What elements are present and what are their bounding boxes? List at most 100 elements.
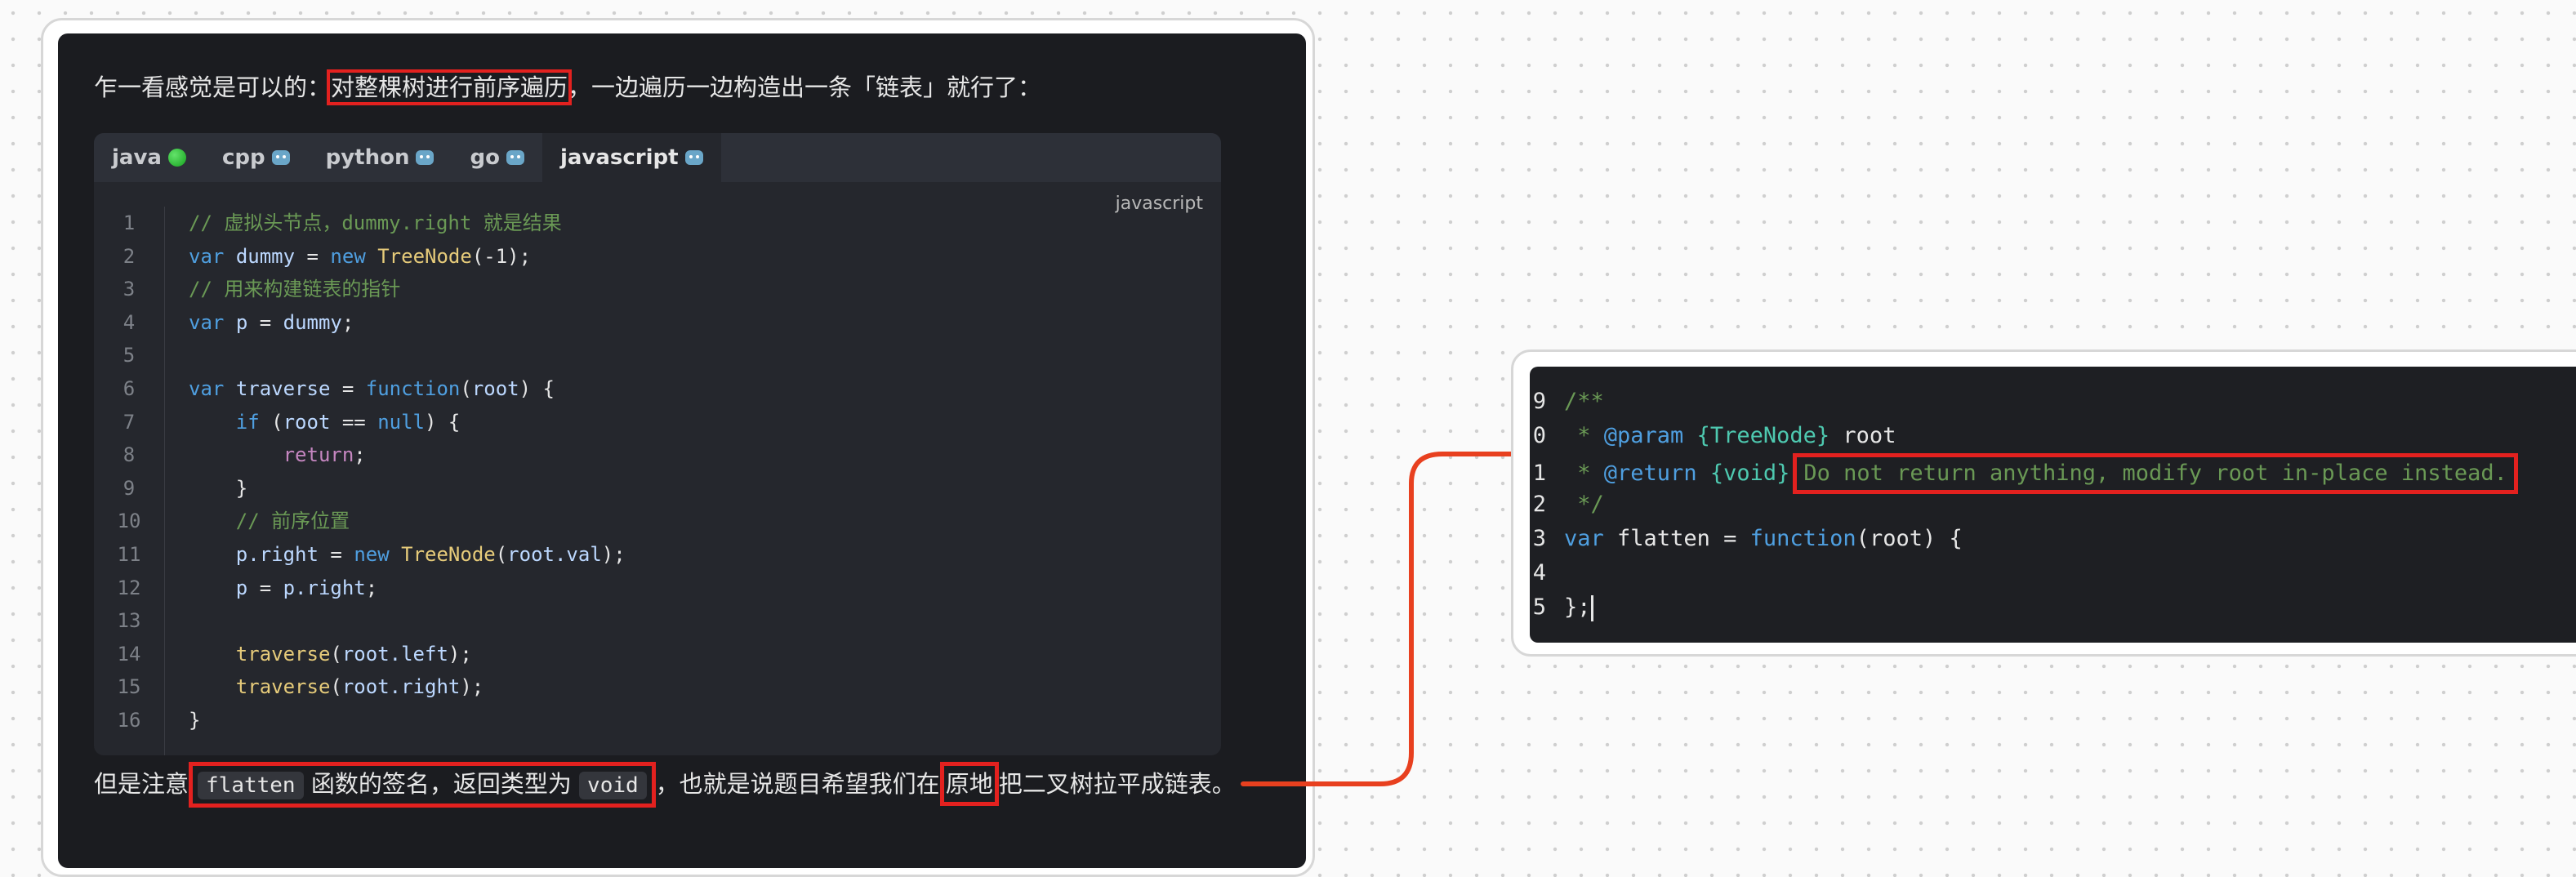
code-line-1: // 虚拟头节点，dummy.right 就是结果 [189, 207, 626, 240]
editor-line-number: 9 [1532, 389, 1546, 414]
signature-text-1: 但是注意 [94, 770, 189, 798]
code-keyword: var [189, 310, 225, 334]
text-cursor [1590, 594, 1593, 621]
code-line-2: var dummy = new TreeNode(-1); [189, 240, 626, 274]
line-number: 6 [123, 376, 136, 400]
code-comment: // 用来构建链表的指针 [189, 278, 401, 301]
robot-icon [271, 150, 290, 165]
code-variable: dummy [283, 310, 342, 334]
line-number: 14 [117, 642, 141, 666]
code-operator: = [318, 542, 354, 566]
doc-type: {void} [1709, 461, 1790, 486]
robot-icon [684, 150, 703, 165]
code-line-9: } [189, 472, 626, 505]
editor-line-13: 3 var flatten = function(root) { [1530, 522, 1963, 556]
doc-comment-star: * [1564, 423, 1604, 448]
in-place-description-highlight: Do not return anything, modify root in-p… [1793, 453, 2518, 494]
code-line-16: } [189, 704, 626, 737]
code-variable: root.right [341, 675, 461, 699]
signature-highlight-box: flatten 函数的签名，返回类型为 void [189, 762, 656, 808]
tab-java[interactable]: java [94, 133, 204, 182]
intro-paragraph: 乍一看感觉是可以的：对整棵树进行前序遍历，一边遍历一边构造出一条「链表」就行了： [94, 68, 1041, 107]
doc-tag-return: @return [1603, 461, 1697, 486]
editor-line-14: 4 [1530, 556, 1564, 590]
code-operator: = [247, 310, 283, 334]
editor-line-number: 0 [1532, 423, 1546, 448]
signature-paragraph: 但是注意 flatten 函数的签名，返回类型为 void ，也就是说题目希望我们在… [94, 762, 1286, 808]
doc-comment-close: */ [1564, 492, 1604, 517]
code-punct: ); [601, 542, 626, 566]
code-punct: ( [460, 376, 472, 400]
doc-type: {TreeNode} [1696, 423, 1830, 448]
editor-line-number: 5 [1532, 594, 1546, 620]
editor-top-fragment: * [1575, 367, 1589, 381]
code-keyword: var [189, 376, 225, 400]
tab-cpp-label: cpp [221, 145, 265, 170]
code-line-12: p = p.right; [189, 572, 626, 605]
line-number: 3 [123, 278, 136, 301]
editor-line-number: 2 [1532, 492, 1546, 517]
editor-line-number: 1 [1532, 461, 1546, 486]
robot-icon [506, 150, 524, 165]
code-keyword: var [1564, 526, 1604, 551]
line-number: 13 [117, 609, 141, 633]
code-keyword: if [235, 410, 260, 434]
line-number: 15 [117, 675, 141, 699]
code-line-4: var p = dummy; [189, 306, 626, 340]
code-variable: root.left [341, 642, 448, 666]
inline-code-void: void [579, 772, 647, 799]
code-variable: p.right [283, 576, 366, 599]
code-variable: dummy [235, 244, 296, 268]
code-punct: ); [448, 642, 472, 666]
line-number: 11 [117, 542, 141, 566]
code-punct: ( [1856, 526, 1870, 551]
code-comment: // 虚拟头节点，dummy.right 就是结果 [189, 211, 562, 234]
code-keyword: function [365, 376, 461, 400]
line-number: 1 [123, 211, 136, 234]
doc-comment-star: * [1564, 461, 1604, 486]
line-number: 12 [117, 576, 141, 599]
doc-tag-param: @param [1603, 423, 1684, 448]
editor-snippet: * 9 /** 0 * @param {TreeNode} root 1 * @r… [1530, 367, 2576, 643]
line-number: 8 [123, 443, 136, 467]
doc-comment-open: /** [1564, 389, 1604, 414]
line-number: 10 [117, 510, 141, 533]
code-variable: root.val [507, 542, 602, 566]
signature-text-2: 函数的签名，返回类型为 [310, 770, 572, 798]
code-operator: = [330, 376, 366, 400]
line-number: 9 [123, 476, 136, 500]
code-keyword: null [377, 410, 425, 434]
code-variable: p [235, 310, 248, 334]
code-variable: p.right [235, 542, 319, 566]
editor-line-15[interactable]: 5}; [1530, 590, 1593, 625]
tab-cpp[interactable]: cpp [204, 133, 308, 182]
tab-go-label: go [470, 145, 500, 170]
tab-python[interactable]: python [308, 133, 452, 182]
comment-fragment: * [1575, 367, 1589, 376]
code-line-8: return; [189, 438, 626, 472]
in-place-highlight: 原地 [939, 762, 999, 806]
code-keyword: new [330, 244, 366, 268]
editor-line-10: 0 * @param {TreeNode} root [1530, 419, 1896, 453]
code-param: root [471, 376, 519, 400]
code-punct: (-1); [471, 244, 532, 268]
code-punct: }; [1564, 594, 1591, 620]
tab-python-label: python [325, 145, 410, 170]
code-punct: ( [259, 410, 283, 434]
editor-line-9: 9 /** [1530, 385, 1604, 419]
line-number: 16 [117, 708, 141, 732]
code-punct: ; [365, 576, 378, 599]
code-line-15: traverse(root.right); [189, 670, 626, 704]
code-function-call: traverse [235, 675, 331, 699]
tab-javascript-label: javascript [559, 145, 679, 170]
tab-go[interactable]: go [452, 133, 541, 182]
code-line-14: traverse(root.left); [189, 638, 626, 671]
code-punct: ; [341, 310, 354, 334]
code-body: // 虚拟头节点，dummy.right 就是结果 var dummy = ne… [189, 207, 626, 737]
code-keyword: new [354, 542, 390, 566]
signature-text-4: 把二叉树拉平成链表。 [998, 770, 1236, 798]
tab-javascript[interactable]: javascript [541, 133, 721, 182]
code-class-name: TreeNode [377, 244, 472, 268]
